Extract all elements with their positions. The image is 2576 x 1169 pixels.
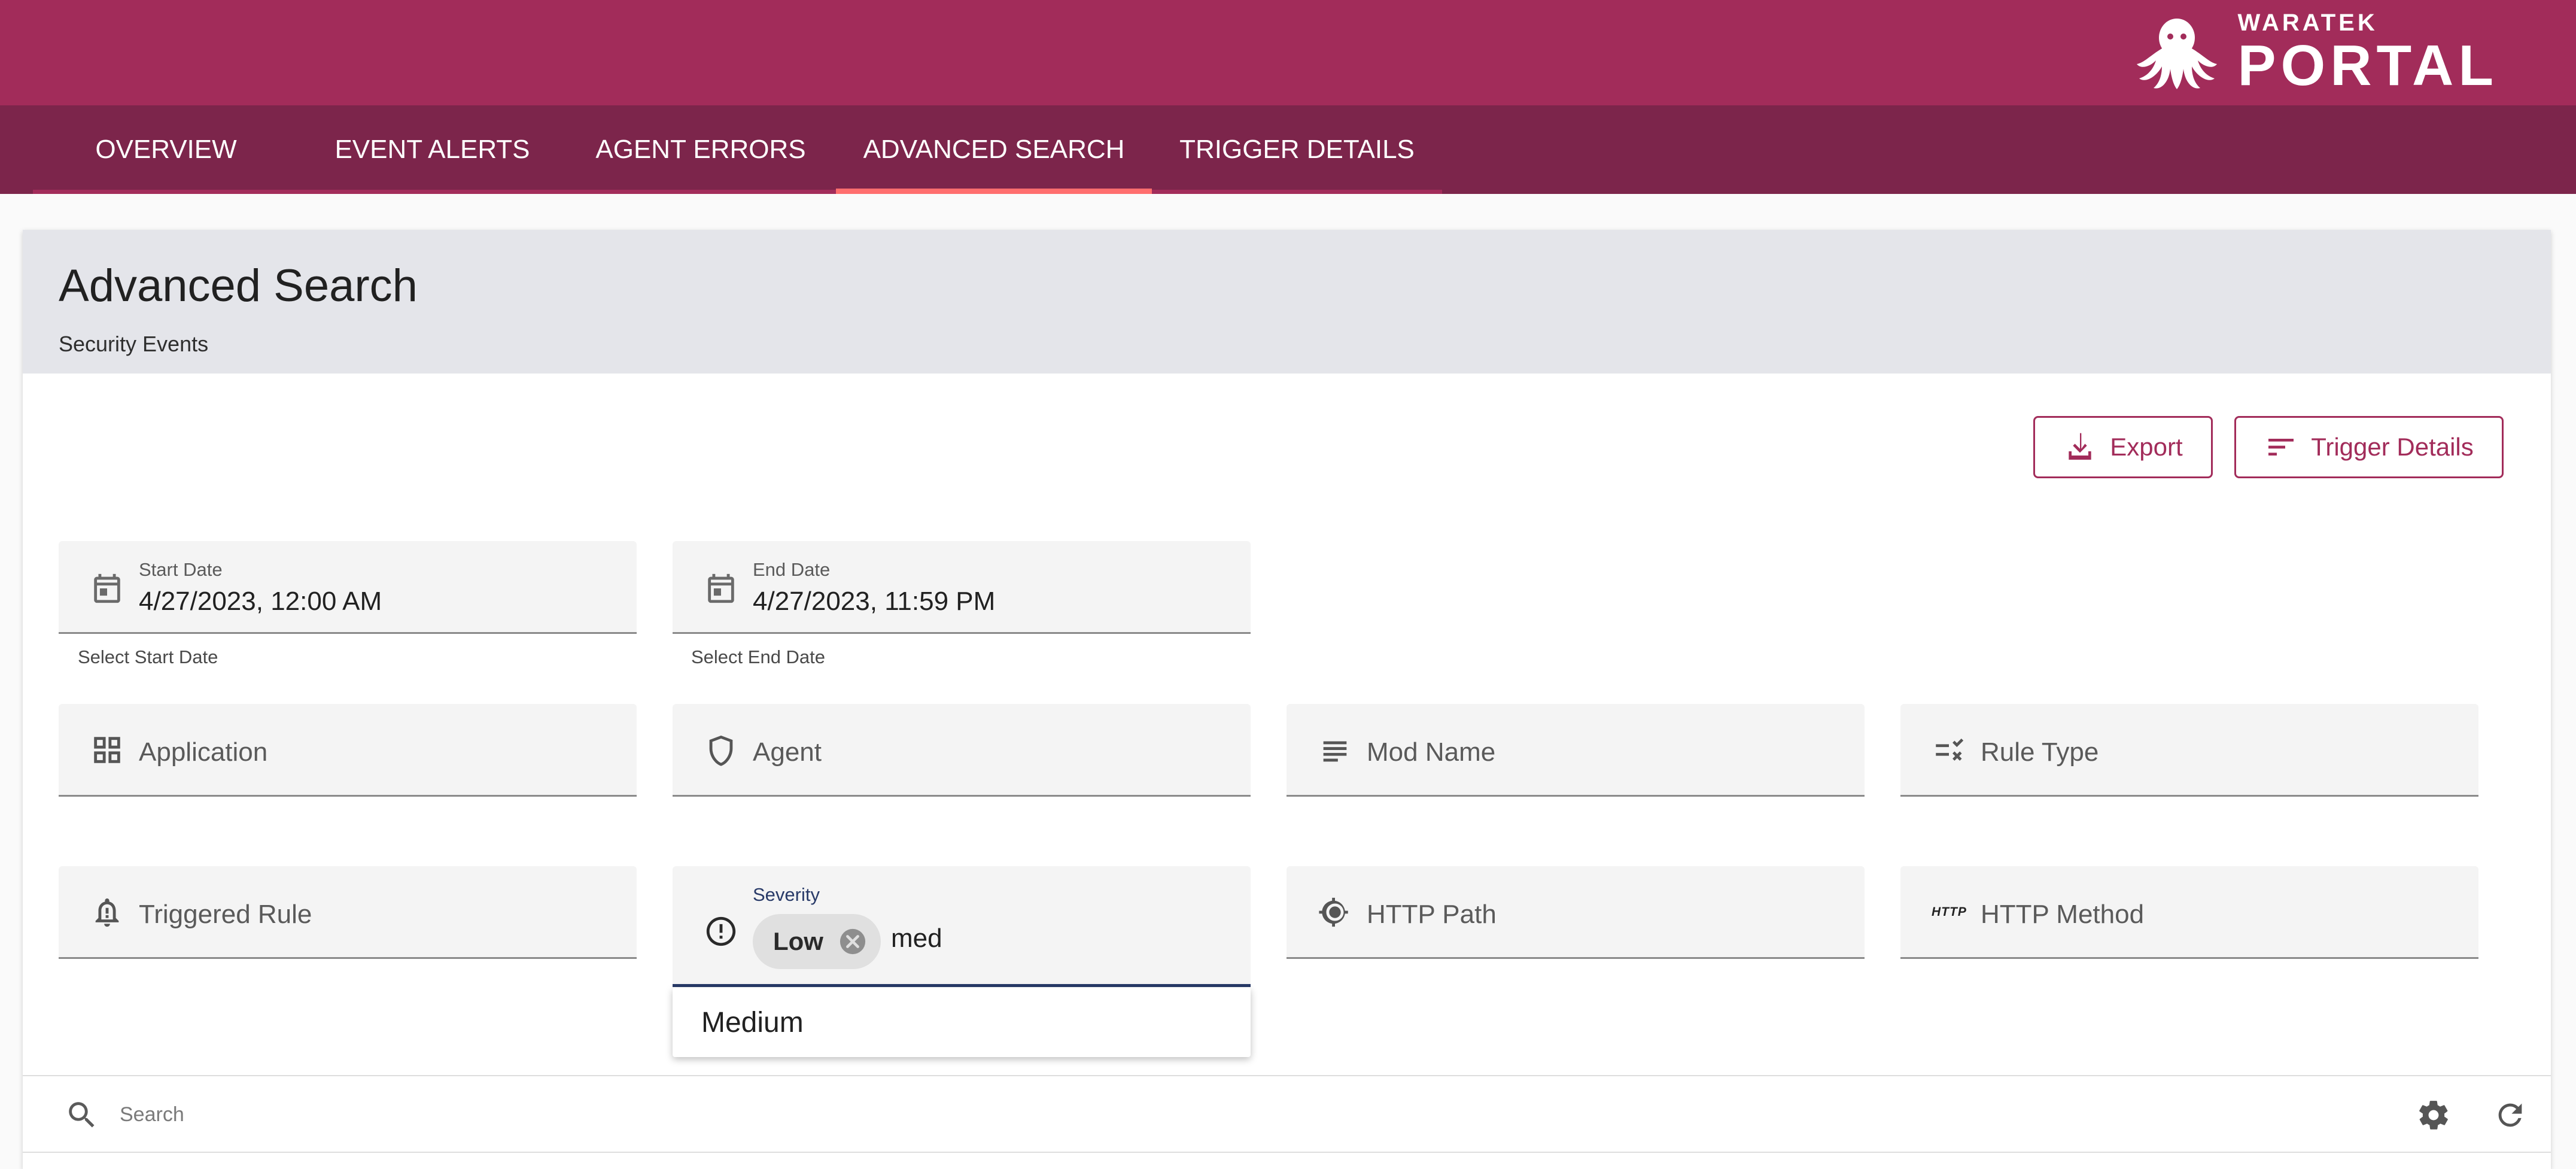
severity-label: Severity [753,884,820,905]
exclamation-circle-icon [704,914,738,949]
bell-alert-icon [90,895,124,930]
download-icon [2069,433,2091,460]
start-date-field[interactable]: Start Date 4/27/2023, 12:00 AM [59,541,637,634]
severity-option-medium[interactable]: Medium [673,988,1251,1057]
card-header: Advanced Search Security Events [23,230,2551,374]
end-date-label: End Date [753,559,831,580]
gear-icon[interactable] [2416,1098,2451,1132]
app-header: WARATEK PORTAL [0,0,2576,105]
http-path-field[interactable]: HTTP Path [1287,866,1865,959]
calendar-icon[interactable] [704,571,738,606]
http-path-placeholder: HTTP Path [1367,900,1497,929]
tab-label: EVENT ALERTS [334,135,530,164]
severity-autocomplete-panel: Medium [673,988,1251,1057]
tab-active-indicator [836,189,1152,194]
rule-type-placeholder: Rule Type [1981,737,2099,767]
page-title: Advanced Search [59,260,418,311]
tab-label: TRIGGER DETAILS [1179,135,1415,164]
search-card: Advanced Search Security Events Export T… [23,230,2551,1169]
tab-label: AGENT ERRORS [595,135,806,164]
triggered-rule-field[interactable]: Triggered Rule [59,866,637,959]
severity-chip-low: Low [753,914,881,969]
application-placeholder: Application [139,737,268,767]
waratek-logo[interactable]: WARATEK PORTAL [2132,11,2498,95]
export-button[interactable]: Export [2033,416,2213,478]
grid-icon [90,733,124,767]
application-field[interactable]: Application [59,704,637,797]
rule-type-field[interactable]: Rule Type [1900,704,2478,797]
tab-indicator [565,190,836,194]
http-icon: HTTP [1932,895,1966,930]
octopus-icon [2137,19,2218,89]
start-date-value: 4/27/2023, 12:00 AM [139,587,382,616]
end-date-field[interactable]: End Date 4/27/2023, 11:59 PM [673,541,1251,634]
export-label: Export [2110,433,2183,461]
logo-brand-small: WARATEK [2237,10,2378,36]
main-nav: OVERVIEW EVENT ALERTS AGENT ERRORS ADVAN… [0,105,2576,194]
triggered-rule-placeholder: Triggered Rule [139,900,312,929]
remove-chip-icon[interactable] [839,928,866,955]
page-subtitle: Security Events [59,332,209,356]
refresh-icon[interactable] [2493,1098,2528,1132]
start-date-hint: Select Start Date [78,646,218,667]
tab-trigger-details[interactable]: TRIGGER DETAILS [1152,105,1442,194]
rule-check-icon [1932,733,1966,767]
trigger-details-label: Trigger Details [2311,433,2474,461]
end-date-hint: Select End Date [691,646,826,667]
shield-icon [704,733,738,767]
http-method-field[interactable]: HTTP HTTP Method [1900,866,2478,959]
mod-name-placeholder: Mod Name [1367,737,1496,767]
sort-lines-icon [2268,439,2294,456]
severity-field[interactable]: Severity Low med [673,866,1251,987]
table-search-input[interactable] [118,1094,2275,1135]
mod-name-field[interactable]: Mod Name [1287,704,1865,797]
tab-indicator [299,190,565,194]
logo-text: WARATEK PORTAL [2237,11,2498,95]
start-date-label: Start Date [139,559,223,580]
http-badge-text: HTTP [1932,905,1967,919]
end-date-value: 4/27/2023, 11:59 PM [753,587,996,616]
tab-indicator [1152,190,1442,194]
tab-label: ADVANCED SEARCH [863,135,1125,164]
table-toolbar [23,1075,2551,1153]
agent-placeholder: Agent [753,737,822,767]
tab-agent-errors[interactable]: AGENT ERRORS [565,105,836,194]
logo-brand-big: PORTAL [2237,34,2498,98]
severity-typed-text[interactable]: med [891,924,942,954]
search-icon [69,1102,95,1128]
target-icon [1318,895,1352,930]
tab-event-alerts[interactable]: EVENT ALERTS [299,105,565,194]
tab-indicator [33,190,299,194]
http-method-placeholder: HTTP Method [1981,900,2145,929]
notes-icon [1318,733,1352,767]
tab-label: OVERVIEW [95,135,237,164]
tab-overview[interactable]: OVERVIEW [33,105,299,194]
trigger-details-button[interactable]: Trigger Details [2234,416,2504,478]
agent-field[interactable]: Agent [673,704,1251,797]
calendar-icon[interactable] [90,571,124,606]
tab-advanced-search[interactable]: ADVANCED SEARCH [836,105,1152,194]
chip-label: Low [773,927,823,955]
